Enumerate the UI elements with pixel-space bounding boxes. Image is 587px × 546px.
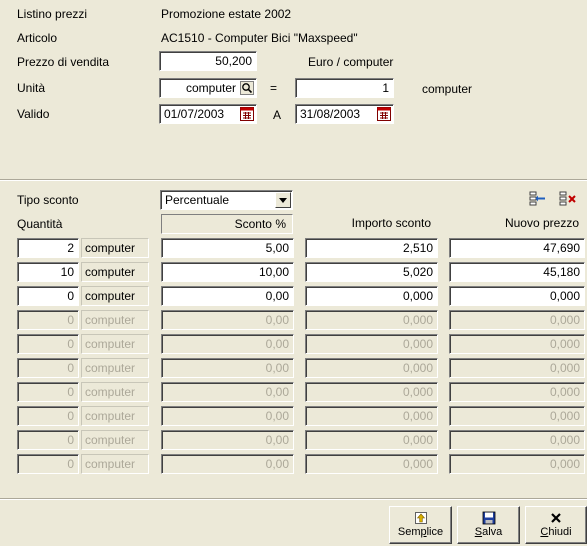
importo-input: 0,000 <box>305 406 438 426</box>
quantity-unit: computer <box>81 310 149 330</box>
sconto-input: 0,00 <box>161 382 294 402</box>
sconto-input: 0,00 <box>161 406 294 426</box>
importo-input: 0,000 <box>305 430 438 450</box>
nuovo-prezzo-input: 0,000 <box>449 454 585 474</box>
unita-input[interactable]: computer <box>159 78 257 98</box>
quantity-input: 0 <box>17 310 79 330</box>
importo-input[interactable]: 5,020 <box>305 262 438 282</box>
salva-label: Salva <box>474 526 503 538</box>
valido-a-label: A <box>273 108 282 122</box>
salva-button[interactable]: Salva <box>457 506 520 544</box>
delete-row-icon[interactable] <box>559 190 577 208</box>
importo-input[interactable]: 2,510 <box>305 238 438 258</box>
nuovo-prezzo-input: 0,000 <box>449 334 585 354</box>
chiudi-button[interactable]: Chiudi <box>525 506 587 544</box>
nuovo-prezzo-input: 0,000 <box>449 310 585 330</box>
sconto-input: 0,00 <box>161 310 294 330</box>
form-up-icon <box>414 512 427 524</box>
sconto-input: 0,00 <box>161 334 294 354</box>
valido-from-value: 01/07/2003 <box>164 107 225 121</box>
calendar-icon[interactable] <box>240 107 254 121</box>
articolo-value: AC1510 - Computer Bici "Maxspeed" <box>161 31 358 45</box>
nuovo-prezzo-input: 0,000 <box>449 358 585 378</box>
tipo-sconto-label: Tipo sconto <box>17 193 79 207</box>
quantity-unit: computer <box>81 454 149 474</box>
articolo-label: Articolo <box>17 31 58 45</box>
quantity-input: 0 <box>17 430 79 450</box>
quantity-input[interactable]: 0 <box>17 286 79 306</box>
nuovo-prezzo-input[interactable]: 0,000 <box>449 286 585 306</box>
importo-input: 0,000 <box>305 310 438 330</box>
nuovo-prezzo-input: 0,000 <box>449 430 585 450</box>
tipo-sconto-value: Percentuale <box>165 193 230 207</box>
nuovo-prezzo-input: 0,000 <box>449 382 585 402</box>
sconto-input: 0,00 <box>161 358 294 378</box>
quantity-input: 0 <box>17 358 79 378</box>
sconto-input[interactable]: 10,00 <box>161 262 294 282</box>
importo-input: 0,000 <box>305 382 438 402</box>
unita-value: computer <box>185 81 236 95</box>
semplice-label: Semplice <box>397 526 444 538</box>
importo-input: 0,000 <box>305 358 438 378</box>
quantity-input: 0 <box>17 382 79 402</box>
tipo-sconto-select[interactable]: Percentuale <box>160 190 293 210</box>
sconto-input: 0,00 <box>161 454 294 474</box>
quantity-input[interactable]: 10 <box>17 262 79 282</box>
nuovo-prezzo-input[interactable]: 47,690 <box>449 238 585 258</box>
listino-value: Promozione estate 2002 <box>161 7 292 21</box>
importo-input: 0,000 <box>305 454 438 474</box>
quantity-unit: computer <box>81 406 149 426</box>
save-icon <box>482 511 495 525</box>
prezzo-input[interactable]: 50,200 <box>159 51 257 71</box>
section-divider <box>0 179 587 181</box>
listino-label: Listino prezzi <box>17 7 88 21</box>
valido-to-input[interactable]: 31/08/2003 <box>295 104 394 124</box>
quantity-unit: computer <box>81 430 149 450</box>
quantity-unit: computer <box>81 358 149 378</box>
semplice-button[interactable]: Semplice <box>389 506 452 544</box>
quantity-input[interactable]: 2 <box>17 238 79 258</box>
col-quantita-header: Quantità <box>17 217 63 231</box>
chiudi-label: Chiudi <box>540 526 572 538</box>
calendar-icon[interactable] <box>377 107 391 121</box>
col-sconto-header[interactable]: Sconto % <box>161 214 293 234</box>
footer-divider <box>0 498 587 500</box>
col-nuovo-header[interactable]: Nuovo prezzo <box>449 214 585 234</box>
quantity-unit: computer <box>81 286 149 306</box>
importo-input[interactable]: 0,000 <box>305 286 438 306</box>
chevron-down-icon[interactable] <box>275 192 291 208</box>
prezzo-unit: Euro / computer <box>308 55 394 69</box>
insert-row-icon[interactable] <box>529 190 547 208</box>
nuovo-prezzo-input[interactable]: 45,180 <box>449 262 585 282</box>
conversion-unit: computer <box>422 82 473 96</box>
quantity-unit: computer <box>81 238 149 258</box>
quantity-unit: computer <box>81 334 149 354</box>
sconto-input[interactable]: 0,00 <box>161 286 294 306</box>
valido-from-input[interactable]: 01/07/2003 <box>159 104 257 124</box>
sconto-input[interactable]: 5,00 <box>161 238 294 258</box>
unita-label: Unità <box>17 81 46 95</box>
close-icon <box>551 513 561 523</box>
lookup-icon[interactable] <box>240 81 254 95</box>
quantity-input: 0 <box>17 406 79 426</box>
nuovo-prezzo-input: 0,000 <box>449 406 585 426</box>
valido-to-value: 31/08/2003 <box>300 107 361 121</box>
conversion-input[interactable]: 1 <box>295 78 394 98</box>
prezzo-label: Prezzo di vendita <box>17 55 110 69</box>
valido-label: Valido <box>17 107 50 121</box>
quantity-input: 0 <box>17 334 79 354</box>
importo-input: 0,000 <box>305 334 438 354</box>
quantity-unit: computer <box>81 382 149 402</box>
sconto-input: 0,00 <box>161 430 294 450</box>
quantity-input: 0 <box>17 454 79 474</box>
equals-sign: = <box>270 81 278 95</box>
quantity-unit: computer <box>81 262 149 282</box>
col-importo-header[interactable]: Importo sconto <box>305 214 437 234</box>
